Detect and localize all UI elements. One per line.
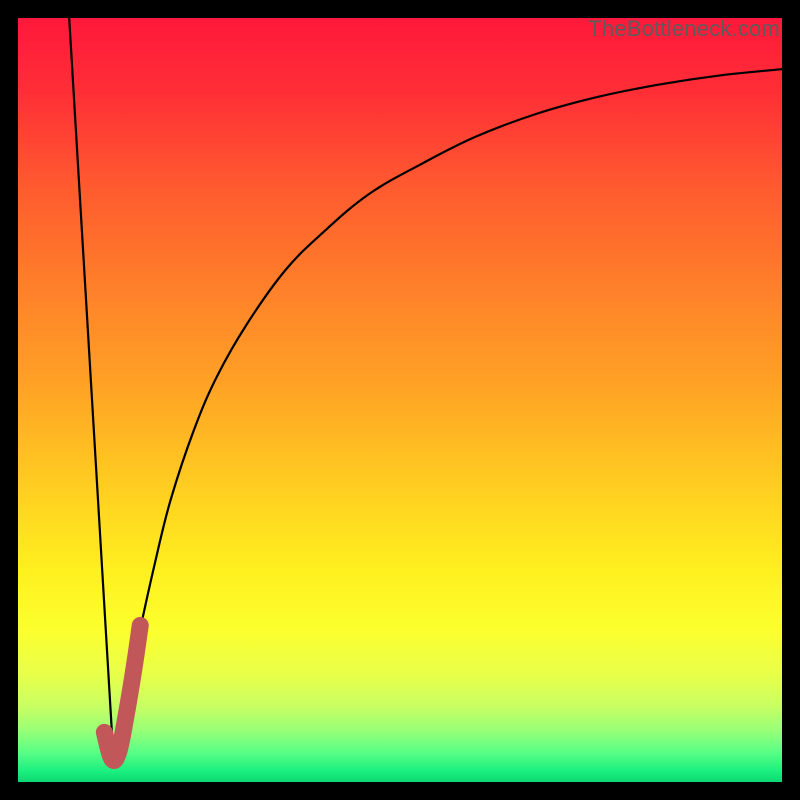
- chart-frame: TheBottleneck.com: [0, 0, 800, 800]
- plot-area: TheBottleneck.com: [18, 18, 782, 782]
- chart-svg: [18, 18, 782, 782]
- watermark-text: TheBottleneck.com: [588, 16, 780, 42]
